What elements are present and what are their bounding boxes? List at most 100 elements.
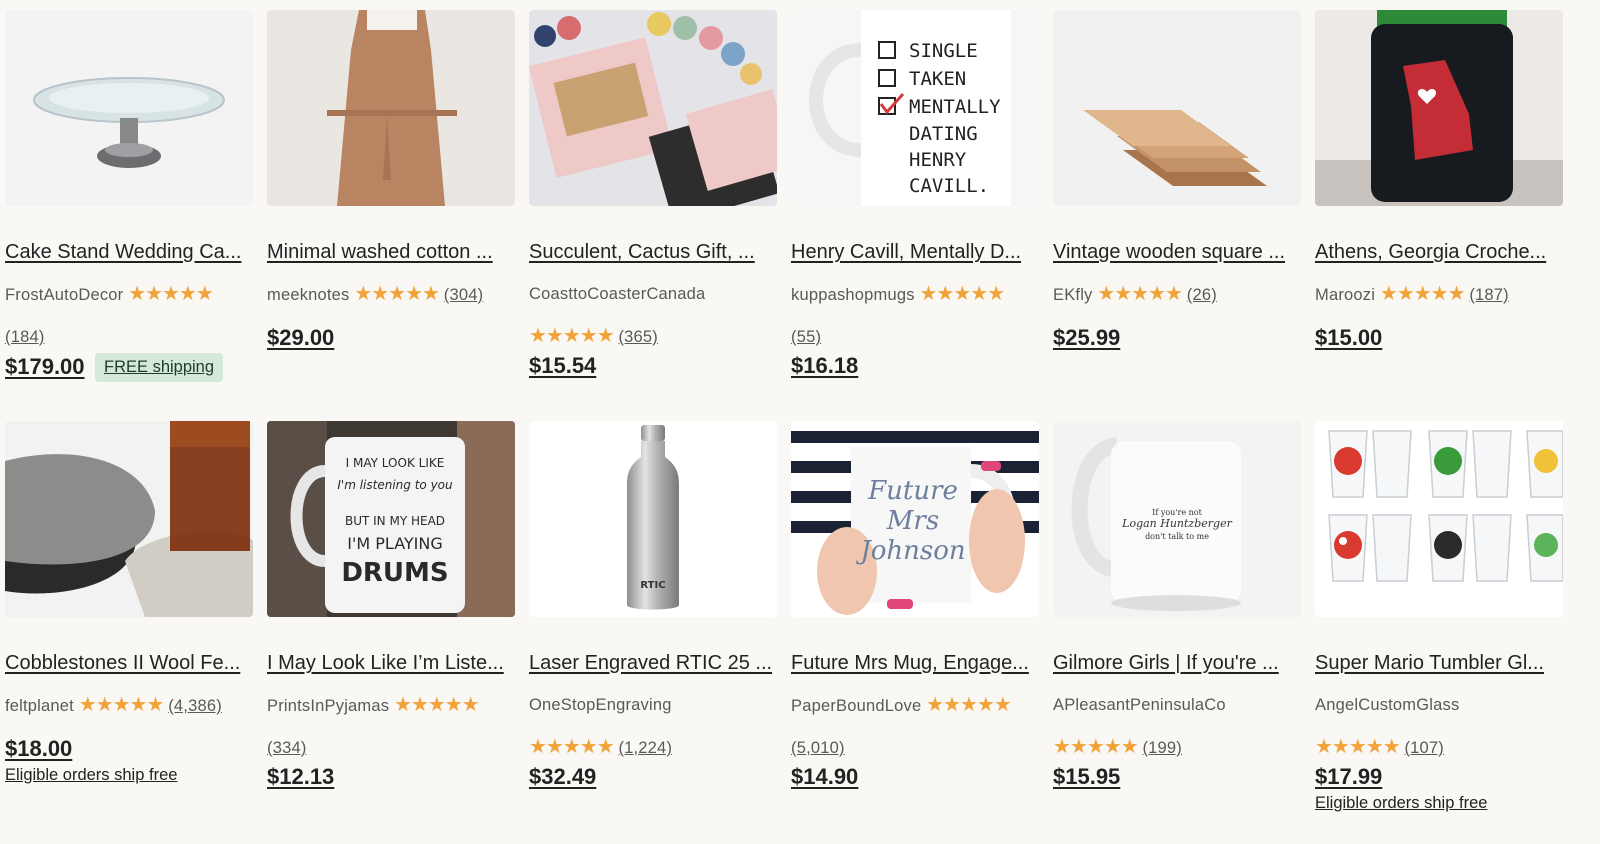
product-meta: CoasttoCoasterCanada ★★★★★ (365) (529, 282, 777, 349)
mug-text: Mrs (886, 506, 939, 536)
product-meta: AngelCustomGlass ★★★★★ (107) (1315, 693, 1563, 760)
product-price: $17.99 (1315, 764, 1383, 789)
review-count[interactable]: (334) (267, 739, 307, 757)
product-meta: Maroozi ★★★★★ (187) (1315, 282, 1563, 307)
product-meta: OneStopEngraving ★★★★★ (1,224) (529, 693, 777, 760)
star-rating-icon: ★★★★★ (926, 694, 1012, 716)
product-meta: kuppashopmugs ★★★★★ (55) (791, 282, 1039, 349)
review-count[interactable]: (199) (1142, 739, 1182, 757)
bottle-brand: RTIC (640, 580, 665, 591)
review-count[interactable]: (5,010) (791, 739, 845, 757)
product-title[interactable]: I May Look Like I’m Liste... (267, 651, 515, 675)
product-meta: PrintsInPyjamas ★★★★★ (334) (267, 693, 515, 760)
product-card[interactable]: If you're not Logan Huntzberger don't ta… (1053, 421, 1301, 790)
product-card[interactable]: Super Mario Tumbler Gl... AngelCustomGla… (1315, 421, 1563, 813)
mug-text: DRUMS (341, 558, 448, 588)
product-title[interactable]: Cake Stand Wedding Ca... (5, 240, 253, 264)
star-rating-icon: ★★★★★ (529, 325, 615, 347)
free-shipping-badge: FREE shipping (94, 353, 224, 382)
shipping-note[interactable]: Eligible orders ship free (1315, 794, 1563, 813)
product-price: $18.00 (5, 736, 73, 761)
product-price: $15.00 (1315, 325, 1383, 350)
review-count[interactable]: (4,386) (168, 697, 222, 715)
review-count[interactable]: (184) (5, 328, 45, 346)
star-rating-icon: ★★★★★ (78, 694, 165, 716)
product-title[interactable]: Laser Engraved RTIC 25 ... (529, 651, 777, 675)
shop-name: meeknotes (267, 286, 350, 304)
product-card[interactable]: Vintage wooden square ... EKfly ★★★★★ (2… (1053, 10, 1301, 351)
product-card[interactable]: Athens, Georgia Croche... Maroozi ★★★★★ … (1315, 10, 1563, 351)
product-price: $14.90 (791, 764, 859, 789)
product-meta: PaperBoundLove ★★★★★ (5,010) (791, 693, 1039, 760)
product-image[interactable] (529, 10, 777, 206)
product-price: $16.18 (791, 353, 859, 378)
mug-text: BUT IN MY HEAD (345, 514, 445, 528)
product-price: $15.54 (529, 353, 597, 378)
product-card[interactable]: SINGLE TAKEN MENTALLY DATING HENRY CAVIL… (791, 10, 1039, 379)
review-count[interactable]: (365) (618, 328, 658, 346)
shop-name: CoasttoCoasterCanada (529, 285, 706, 303)
product-card[interactable]: RTIC Laser Engraved RTIC 25 ... OneStopE… (529, 421, 777, 790)
shop-name: kuppashopmugs (791, 286, 915, 304)
product-price: $25.99 (1053, 325, 1121, 350)
product-card[interactable]: Future Mrs Johnson Future Mrs Mug, Engag… (791, 421, 1039, 790)
product-row: Cobblestones II Wool Fe... feltplanet ★★… (5, 421, 1595, 832)
product-card[interactable]: Minimal washed cotton ... meeknotes ★★★★… (267, 10, 515, 351)
shop-name: FrostAutoDecor (5, 286, 124, 304)
shop-name: PaperBoundLove (791, 697, 922, 715)
product-image[interactable] (1315, 421, 1563, 617)
mug-text: SINGLE (909, 40, 978, 62)
product-image[interactable] (267, 10, 515, 206)
shipping-note[interactable]: Eligible orders ship free (5, 766, 253, 785)
product-image[interactable] (5, 10, 253, 206)
shop-name: AngelCustomGlass (1315, 696, 1460, 714)
mug-text: CAVILL. (909, 175, 989, 197)
product-meta: EKfly ★★★★★ (26) (1053, 282, 1301, 307)
product-image[interactable]: RTIC (529, 421, 777, 617)
review-count[interactable]: (107) (1404, 739, 1444, 757)
review-count[interactable]: (1,224) (618, 739, 672, 757)
mug-text: I'm listening to you (337, 478, 453, 492)
product-grid: Cake Stand Wedding Ca... FrostAutoDecor … (5, 10, 1595, 832)
review-count[interactable]: (26) (1187, 286, 1217, 304)
product-title[interactable]: Cobblestones II Wool Fe... (5, 651, 253, 675)
product-row: Cake Stand Wedding Ca... FrostAutoDecor … (5, 10, 1595, 421)
shop-name: EKfly (1053, 286, 1093, 304)
star-rating-icon: ★★★★★ (128, 283, 214, 305)
product-card[interactable]: Succulent, Cactus Gift, ... CoasttoCoast… (529, 10, 777, 379)
product-card[interactable]: Cake Stand Wedding Ca... FrostAutoDecor … (5, 10, 253, 382)
product-price: $15.95 (1053, 764, 1121, 789)
product-image[interactable] (5, 421, 253, 617)
product-image[interactable] (1053, 10, 1301, 206)
product-title[interactable]: Minimal washed cotton ... (267, 240, 515, 264)
review-count[interactable]: (55) (791, 328, 821, 346)
mug-text: If you're not (1152, 508, 1202, 517)
shop-name: PrintsInPyjamas (267, 697, 390, 715)
product-meta: feltplanet ★★★★★ (4,386) (5, 693, 253, 718)
product-title[interactable]: Future Mrs Mug, Engage... (791, 651, 1039, 675)
product-card[interactable]: I MAY LOOK LIKE I'm listening to you BUT… (267, 421, 515, 790)
product-title[interactable]: Athens, Georgia Croche... (1315, 240, 1563, 264)
star-rating-icon: ★★★★★ (919, 283, 1005, 305)
product-image[interactable]: I MAY LOOK LIKE I'm listening to you BUT… (267, 421, 515, 617)
product-title[interactable]: Gilmore Girls | If you're ... (1053, 651, 1301, 675)
mug-text: MENTALLY (909, 96, 1001, 118)
product-title[interactable]: Henry Cavill, Mentally D... (791, 240, 1039, 264)
mug-text: Future (867, 476, 958, 506)
product-card[interactable]: Cobblestones II Wool Fe... feltplanet ★★… (5, 421, 253, 785)
product-title[interactable]: Super Mario Tumbler Gl... (1315, 651, 1563, 675)
shop-name: feltplanet (5, 697, 74, 715)
shop-name: APleasantPeninsulaCo (1053, 696, 1226, 714)
product-image[interactable]: If you're not Logan Huntzberger don't ta… (1053, 421, 1301, 617)
product-price: $179.00 (5, 354, 85, 379)
product-title[interactable]: Vintage wooden square ... (1053, 240, 1301, 264)
product-title[interactable]: Succulent, Cactus Gift, ... (529, 240, 777, 264)
product-price: $12.13 (267, 764, 335, 789)
review-count[interactable]: (304) (444, 286, 484, 304)
review-count[interactable]: (187) (1469, 286, 1509, 304)
product-image[interactable] (1315, 10, 1563, 206)
product-image[interactable]: SINGLE TAKEN MENTALLY DATING HENRY CAVIL… (791, 10, 1039, 206)
product-meta: meeknotes ★★★★★ (304) (267, 282, 515, 307)
star-rating-icon: ★★★★★ (394, 694, 480, 716)
product-image[interactable]: Future Mrs Johnson (791, 421, 1039, 617)
